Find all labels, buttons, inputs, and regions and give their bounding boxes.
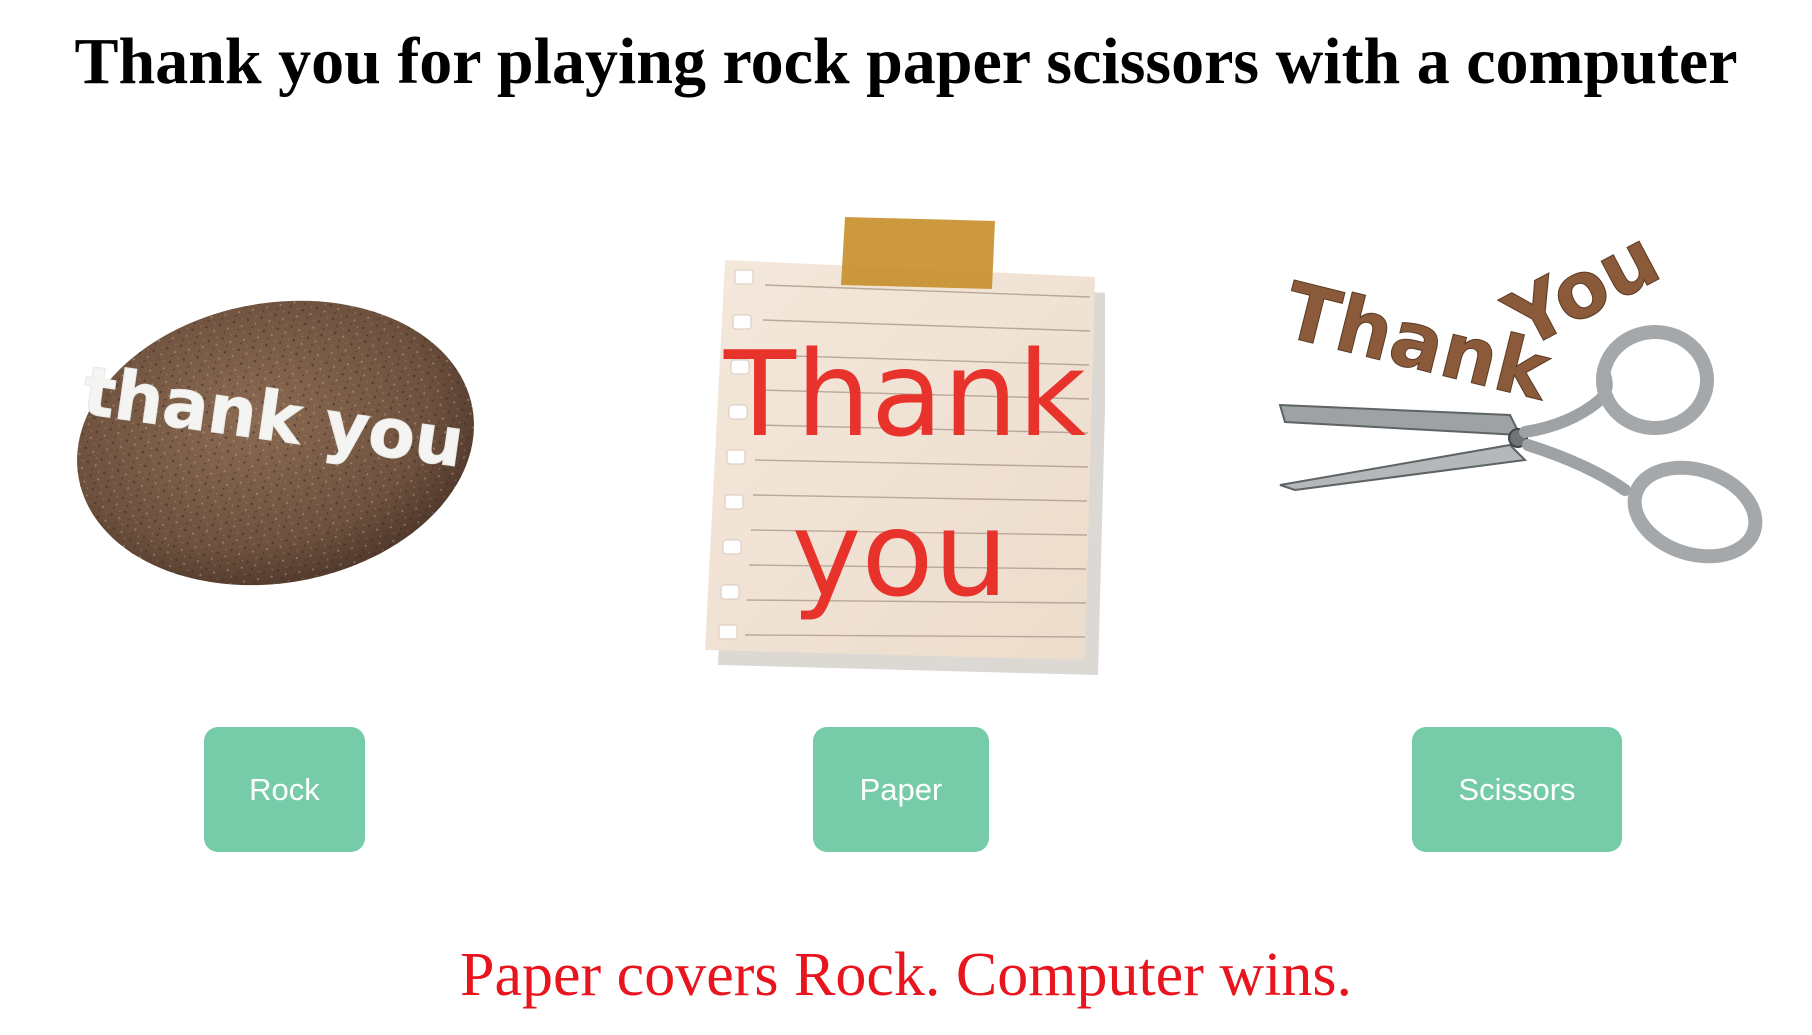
scissors-image: Thank You — [1275, 240, 1763, 564]
rock-image: thank you — [77, 300, 474, 586]
page-title: Thank you for playing rock paper scissor… — [74, 25, 1738, 98]
paper-button[interactable]: Paper — [813, 727, 989, 852]
result-message: Paper covers Rock. Computer wins. — [460, 941, 1352, 1009]
paper-note-image: Thank you — [705, 217, 1105, 675]
rock-button[interactable]: Rock — [204, 727, 365, 852]
paper-note-text-line2: you — [792, 485, 1009, 623]
paper-note-text-line1: Thank — [723, 325, 1086, 463]
scissors-button[interactable]: Scissors — [1412, 727, 1622, 852]
